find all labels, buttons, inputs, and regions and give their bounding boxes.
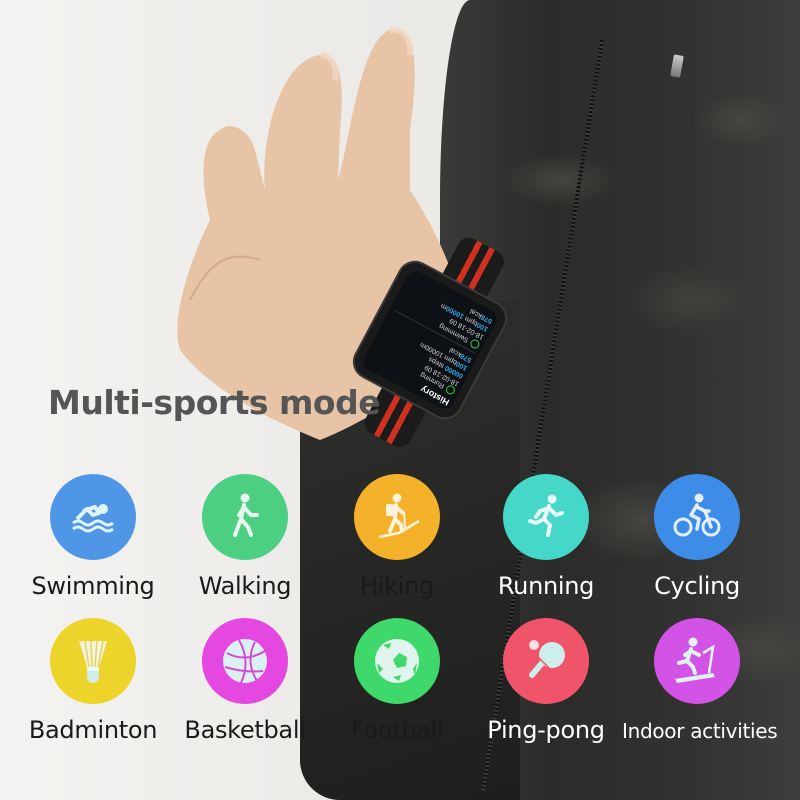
sport-label: Running xyxy=(497,572,595,600)
sport-badminton: Badminton xyxy=(18,618,168,744)
sport-label: Walking xyxy=(198,572,292,600)
sport-hiking: Hiking xyxy=(322,474,472,600)
treadmill-icon xyxy=(654,618,740,704)
sport-label: Indoor activities xyxy=(622,719,778,743)
sport-label: Badminton xyxy=(28,716,158,744)
sport-label: Cycling xyxy=(654,572,740,600)
sport-basketball: Basketball xyxy=(170,618,320,744)
page-title: Multi-sports mode xyxy=(48,383,381,422)
basketball-icon xyxy=(202,618,288,704)
sport-label: Basketball xyxy=(184,716,306,744)
sport-walking: Walking xyxy=(170,474,320,600)
walking-icon xyxy=(202,474,288,560)
sport-football: Football xyxy=(322,618,472,744)
sport-cycling: Cycling xyxy=(622,474,772,600)
football-icon xyxy=(354,618,440,704)
sport-running: Running xyxy=(471,474,621,600)
swimming-icon xyxy=(50,474,136,560)
cycling-icon xyxy=(654,474,740,560)
hiking-icon xyxy=(354,474,440,560)
sport-label: Swimming xyxy=(31,572,155,600)
ping-pong-icon xyxy=(503,618,589,704)
sport-swimming: Swimming xyxy=(18,474,168,600)
sport-label: Hiking xyxy=(360,572,434,600)
sport-label: Football xyxy=(350,716,444,744)
sport-indoor-activities: Indoor activities xyxy=(622,618,778,743)
badminton-icon xyxy=(50,618,136,704)
running-icon xyxy=(503,474,589,560)
sport-label: Ping-pong xyxy=(487,716,605,744)
sport-ping-pong: Ping-pong xyxy=(471,618,621,744)
